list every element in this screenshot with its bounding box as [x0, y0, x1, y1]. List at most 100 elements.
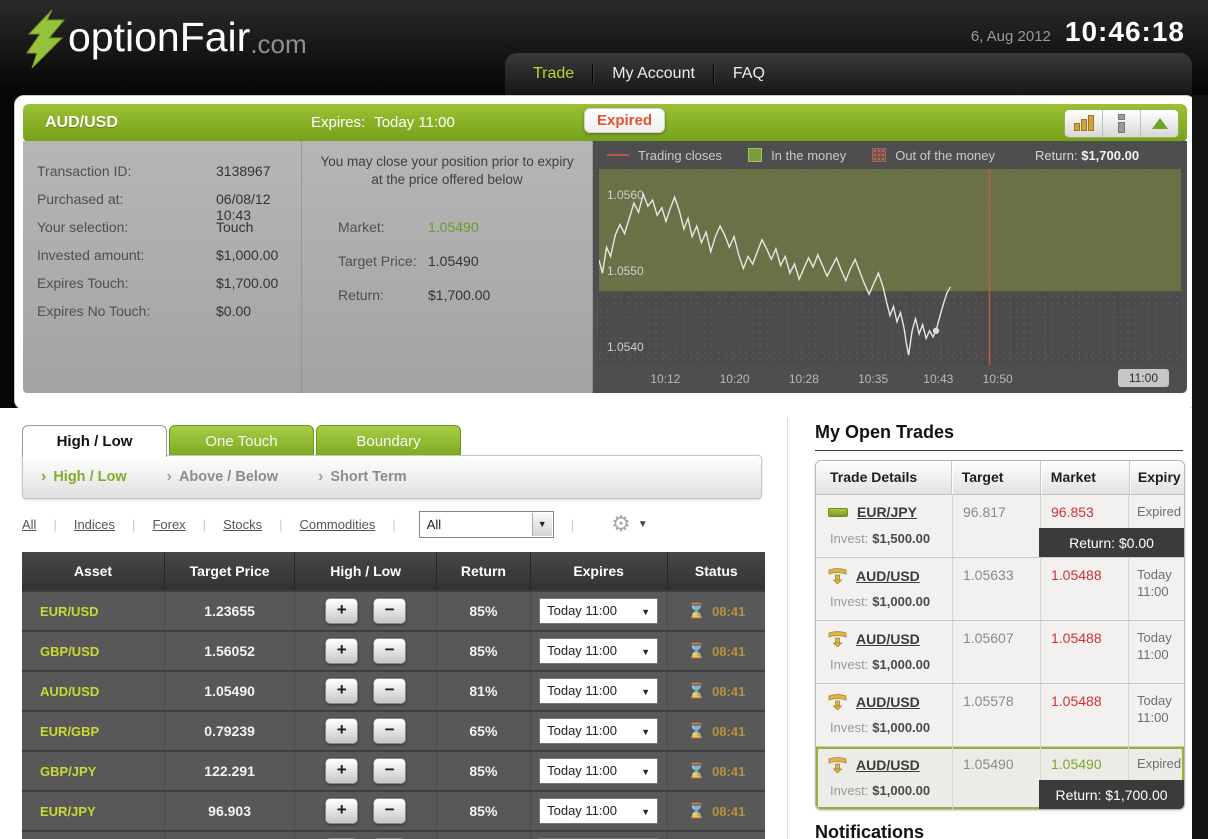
datetime: 6, Aug 2012 10:46:18 — [971, 16, 1185, 48]
nav-trade[interactable]: Trade — [533, 65, 574, 83]
filter-all[interactable]: All — [22, 517, 36, 532]
time-remaining: 08:41 — [712, 764, 745, 779]
column-divider — [787, 418, 788, 839]
expires-select[interactable]: Today 11:00▼ — [539, 678, 658, 704]
hourglass-icon: ⌛ — [687, 682, 706, 700]
expires-value: Today 11:00 — [374, 114, 455, 131]
expires-select[interactable]: Today 11:00▼ — [539, 638, 658, 664]
asset-pair: AUD/USD — [40, 684, 99, 699]
high-plus-button[interactable]: + — [325, 718, 358, 744]
asset-filters: All| Indices| Forex| Stocks| Commodities… — [22, 506, 760, 542]
expires-select-value: Today 11:00 — [540, 679, 657, 703]
nav-separator — [592, 64, 594, 84]
bar-chart-icon[interactable] — [1065, 110, 1102, 137]
trade-pair-link[interactable]: AUD/USD — [856, 694, 920, 710]
expires-select[interactable]: Today 11:00▼ — [539, 718, 658, 744]
asset-return: 85% — [469, 603, 497, 619]
settings-control[interactable]: ⚙ ▼ — [611, 511, 648, 537]
price-chart: 1.05601.05501.0540 — [599, 169, 1181, 365]
subnav-high-low[interactable]: ›High / Low — [41, 469, 127, 485]
y-tick-label: 1.0550 — [607, 264, 644, 278]
triangle-glyph — [1152, 118, 1168, 129]
brand-name: optionFair — [68, 9, 250, 65]
detail-label: Your selection: — [37, 219, 128, 235]
chart-legend: Trading closes In the money Out of the m… — [593, 141, 1187, 169]
invest-line: Invest:$1,000.00 — [830, 720, 930, 735]
trade-target-cell: 1.05607 — [952, 621, 1041, 683]
low-minus-button[interactable]: − — [373, 758, 406, 784]
bolt-logo-icon — [22, 9, 68, 69]
market-price: 1.05490 — [428, 219, 479, 235]
return-badge: Return: $1,700.00 — [1039, 780, 1184, 809]
trade-pair-link[interactable]: AUD/USD — [856, 568, 920, 584]
col-status: Status — [667, 552, 765, 590]
red-dot-swatch — [872, 148, 886, 162]
bar-chart-glyph — [1074, 117, 1094, 131]
invest-amount: $1,000.00 — [872, 720, 930, 735]
asset-target-price: 0.79239 — [204, 723, 255, 739]
expires-select[interactable]: Today 11:00▼ — [539, 598, 658, 624]
invest-line: Invest:$1,000.00 — [830, 657, 930, 672]
low-minus-button[interactable]: − — [373, 718, 406, 744]
trade-pair-link[interactable]: EUR/JPY — [857, 504, 917, 520]
low-minus-button[interactable]: − — [373, 598, 406, 624]
high-plus-button[interactable]: + — [325, 758, 358, 784]
high-plus-button[interactable]: + — [325, 678, 358, 704]
trade-pair-link[interactable]: AUD/USD — [856, 631, 920, 647]
high-plus-button[interactable]: + — [325, 638, 358, 664]
trade-market-cell: 1.05488 — [1040, 558, 1129, 620]
select-caret: ▼ — [532, 513, 552, 536]
top-header: optionFair .com 6, Aug 2012 10:46:18 Tra… — [0, 0, 1208, 95]
hourglass-icon: ⌛ — [687, 722, 706, 740]
tab-one-touch[interactable]: One Touch — [169, 425, 314, 457]
page-right-edge — [1192, 95, 1208, 839]
col-high-low: High / Low — [294, 552, 436, 590]
time-remaining: 08:41 — [712, 604, 745, 619]
asset-pair: GBP/JPY — [40, 764, 96, 779]
hourglass-icon: ⌛ — [687, 802, 706, 820]
high-plus-button[interactable]: + — [325, 798, 358, 824]
asset-target-price: 122.291 — [204, 763, 255, 779]
trade-pair-link[interactable]: AUD/USD — [856, 757, 920, 773]
filter-separator: | — [132, 517, 135, 532]
expires-select-value: Today 11:00 — [540, 799, 657, 823]
brand-logo[interactable]: optionFair .com — [22, 9, 307, 79]
collapse-up-icon[interactable] — [1140, 110, 1178, 137]
trade-target-cell: 1.05633 — [952, 558, 1041, 620]
nav-my-account[interactable]: My Account — [612, 65, 695, 83]
return-amount: $1,700.00 — [428, 287, 490, 303]
price-chart-section: Trading closes In the money Out of the m… — [593, 141, 1187, 393]
in-money-zone — [599, 169, 1181, 291]
category-select[interactable]: All ▼ — [419, 511, 554, 538]
subnav-above-below[interactable]: ›Above / Below — [167, 469, 278, 485]
y-tick-label: 1.0560 — [607, 188, 644, 202]
trade-target-cell: 1.05490 — [952, 747, 1041, 809]
offer-label: Return: — [338, 287, 384, 303]
filter-forex[interactable]: Forex — [152, 517, 185, 532]
legend-in-money: In the money — [748, 148, 846, 163]
tab-boundary[interactable]: Boundary — [316, 425, 461, 457]
low-minus-button[interactable]: − — [373, 798, 406, 824]
high-plus-button[interactable]: + — [325, 598, 358, 624]
touch-icon — [828, 693, 847, 710]
filter-stocks[interactable]: Stocks — [223, 517, 262, 532]
gear-icon: ⚙ — [611, 511, 631, 537]
invest-line: Invest:$1,500.00 — [830, 531, 930, 546]
filter-separator: | — [203, 517, 206, 532]
trade-expiry-cell: Today 11:00 — [1128, 558, 1183, 620]
target-price: 1.05490 — [428, 253, 479, 269]
detail-row: Purchased at:06/08/12 10:43 — [37, 191, 301, 219]
expires-select[interactable]: Today 11:00▼ — [539, 798, 658, 824]
expires-select[interactable]: Today 11:00▼ — [539, 758, 658, 784]
nav-faq[interactable]: FAQ — [733, 65, 765, 83]
assets-table-header: Asset Target Price High / Low Return Exp… — [22, 552, 765, 590]
expires-select-value: Today 11:00 — [540, 759, 657, 783]
info-icon[interactable] — [1102, 110, 1140, 137]
subnav-short-term[interactable]: ›Short Term — [318, 469, 407, 485]
low-minus-button[interactable]: − — [373, 678, 406, 704]
x-tick-label: 10:20 — [720, 372, 750, 386]
low-minus-button[interactable]: − — [373, 638, 406, 664]
filter-commodities[interactable]: Commodities — [299, 517, 375, 532]
tab-high-low[interactable]: High / Low — [22, 425, 167, 457]
filter-indices[interactable]: Indices — [74, 517, 115, 532]
